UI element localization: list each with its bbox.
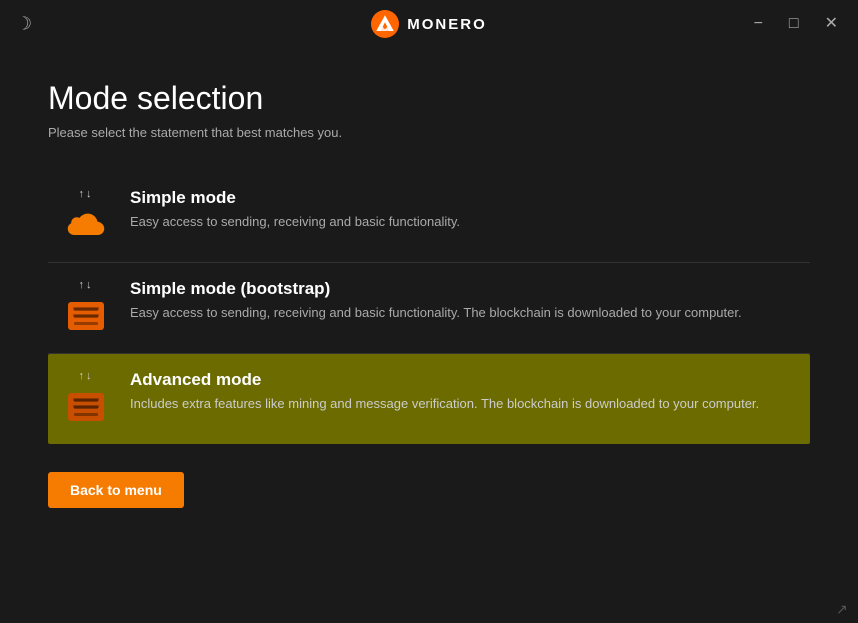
bootstrap-mode-text: Simple mode (bootstrap) Easy access to s… — [130, 279, 798, 323]
box-icon-bootstrap — [65, 295, 107, 337]
advanced-mode-name: Advanced mode — [130, 370, 798, 390]
box-icon-advanced — [65, 386, 107, 428]
advanced-mode-desc: Includes extra features like mining and … — [130, 394, 798, 414]
bootstrap-mode-icon-wrap: ↑↓ — [60, 279, 112, 337]
minimize-button[interactable]: − — [750, 14, 767, 34]
arrows-icon-2: ↑↓ — [79, 279, 94, 291]
mode-item-simple[interactable]: ↑↓ Simple mode Easy access to sending, r… — [48, 172, 810, 263]
bootstrap-mode-name: Simple mode (bootstrap) — [130, 279, 798, 299]
advanced-mode-text: Advanced mode Includes extra features li… — [130, 370, 798, 414]
title-bar: ☽ MONERO − □ ✕ — [0, 0, 858, 48]
simple-mode-desc: Easy access to sending, receiving and ba… — [130, 212, 798, 232]
page-subtitle: Please select the statement that best ma… — [48, 125, 810, 140]
mode-list: ↑↓ Simple mode Easy access to sending, r… — [48, 172, 810, 444]
main-content: Mode selection Please select the stateme… — [0, 48, 858, 540]
back-to-menu-button[interactable]: Back to menu — [48, 472, 184, 508]
mode-item-advanced[interactable]: ↑↓ Advanced mode Includes extra features… — [48, 354, 810, 444]
advanced-mode-icon-wrap: ↑↓ — [60, 370, 112, 428]
monero-logo-icon — [371, 10, 399, 38]
app-title: MONERO — [407, 16, 487, 33]
mode-item-bootstrap[interactable]: ↑↓ Simple mode (bootstrap) Easy access t… — [48, 263, 810, 354]
arrows-icon-3: ↑↓ — [79, 370, 94, 382]
arrows-icon: ↑↓ — [79, 188, 94, 200]
page-title: Mode selection — [48, 80, 810, 117]
window-controls: − □ ✕ — [750, 14, 842, 34]
simple-mode-text: Simple mode Easy access to sending, rece… — [130, 188, 798, 232]
cloud-icon — [65, 204, 107, 246]
moon-icon: ☽ — [16, 14, 32, 35]
bootstrap-mode-desc: Easy access to sending, receiving and ba… — [130, 303, 798, 323]
resize-handle[interactable]: ↗ — [836, 601, 850, 615]
simple-mode-name: Simple mode — [130, 188, 798, 208]
title-bar-center: MONERO — [371, 10, 487, 38]
maximize-button[interactable]: □ — [785, 14, 803, 34]
simple-mode-icon-wrap: ↑↓ — [60, 188, 112, 246]
close-button[interactable]: ✕ — [821, 14, 842, 34]
